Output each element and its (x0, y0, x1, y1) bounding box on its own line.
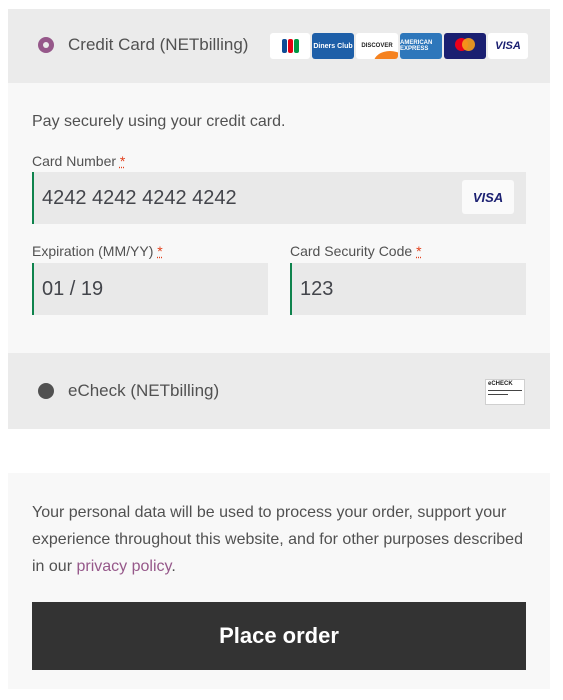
echeck-logo-icon: eCHECK (485, 379, 525, 405)
expiration-label: Expiration (MM/YY) * (32, 243, 163, 259)
required-mark: * (157, 243, 163, 259)
payment-description: Pay securely using your credit card. (32, 113, 286, 130)
discover-logo-icon: DISCOVER (356, 33, 398, 59)
required-mark: * (416, 243, 422, 259)
privacy-policy-link[interactable]: privacy policy (76, 558, 171, 575)
echeck-label[interactable]: eCheck (NETbilling) (68, 381, 219, 401)
echeck-radio[interactable] (38, 383, 54, 399)
mastercard-logo-icon (444, 33, 486, 59)
payment-method-echeck[interactable]: eCheck (NETbilling) eCHECK (8, 353, 550, 429)
visa-card-type-icon: VISA (462, 180, 514, 214)
diners-club-logo-icon: Diners Club (312, 33, 354, 59)
payment-method-credit-card[interactable]: Credit Card (NETbilling) Diners Club DIS… (8, 9, 550, 83)
credit-card-radio[interactable] (38, 37, 54, 53)
place-order-button[interactable]: Place order (32, 602, 526, 670)
security-code-input[interactable]: 123 (290, 263, 526, 315)
card-number-label: Card Number * (32, 153, 126, 169)
privacy-notice: Your personal data will be used to proce… (32, 504, 523, 575)
required-mark: * (119, 153, 126, 169)
american-express-logo-icon: AMERICAN EXPRESS (400, 33, 442, 59)
expiration-input[interactable]: 01 / 19 (32, 263, 268, 315)
privacy-and-place-order: Your personal data will be used to proce… (8, 473, 550, 689)
credit-card-label[interactable]: Credit Card (NETbilling) (68, 35, 248, 55)
security-code-label: Card Security Code * (290, 243, 422, 259)
card-logos: Diners Club DISCOVER AMERICAN EXPRESS VI… (270, 33, 528, 59)
visa-logo-icon: VISA (488, 33, 528, 59)
jcb-logo-icon (270, 33, 310, 59)
credit-card-form: Pay securely using your credit card. Car… (8, 83, 550, 353)
card-number-input[interactable]: 4242 4242 4242 4242 (32, 172, 526, 224)
